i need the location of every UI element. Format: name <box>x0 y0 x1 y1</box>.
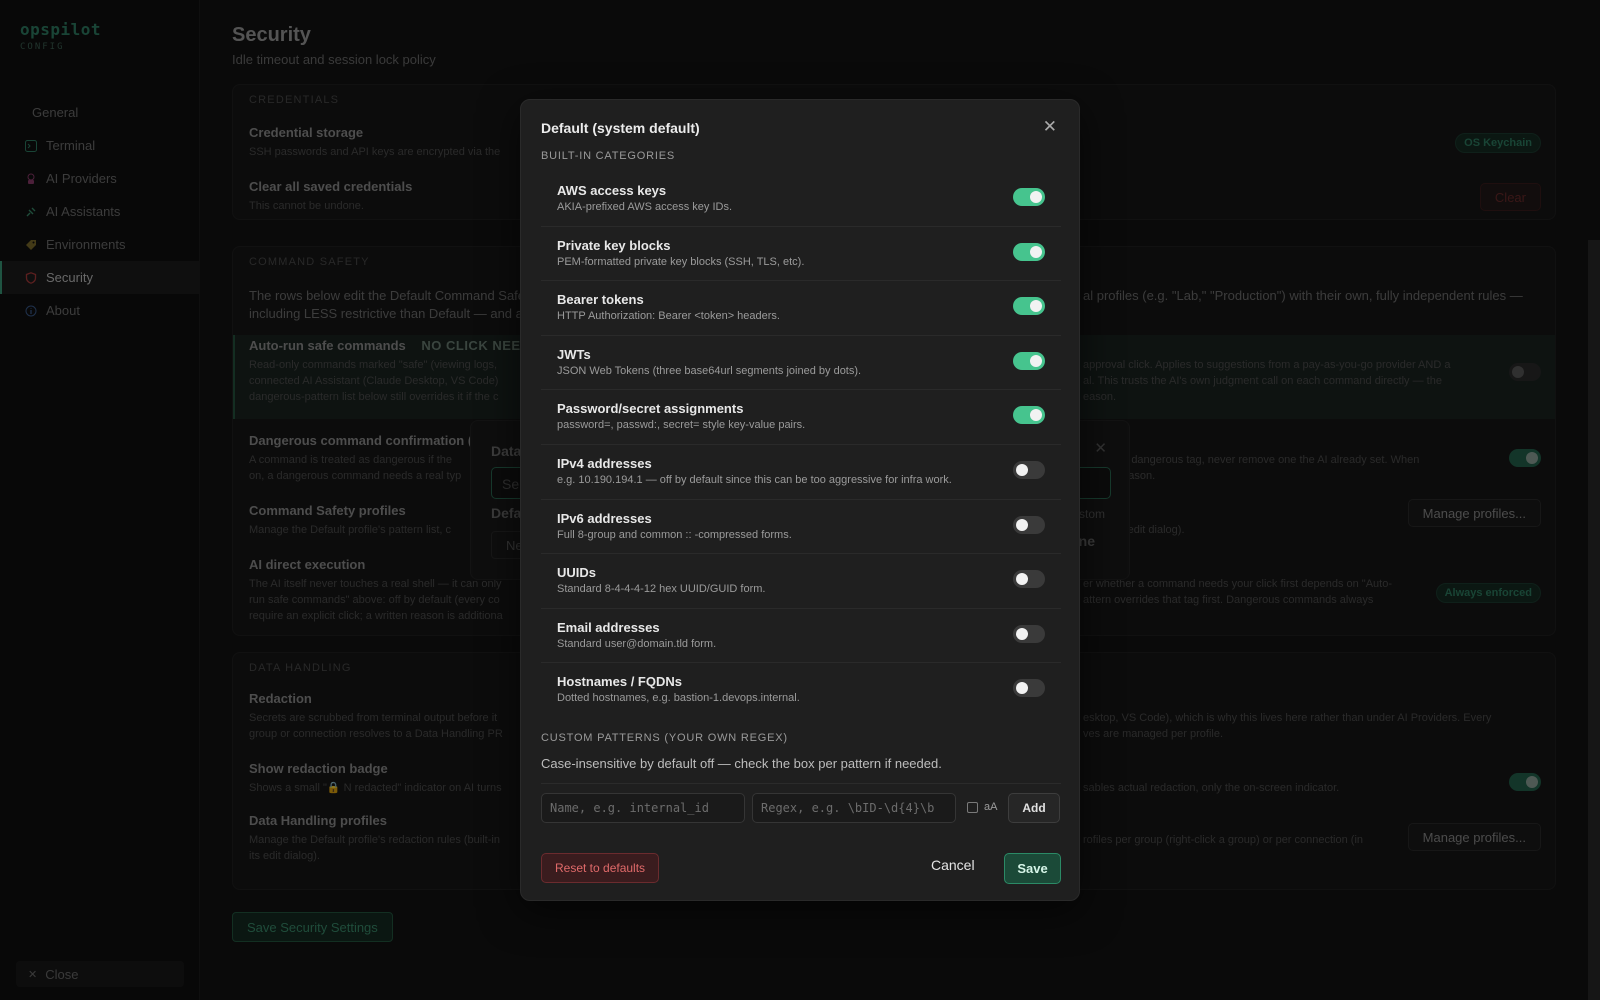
custom-patterns-heading: CUSTOM PATTERNS (YOUR OWN REGEX) <box>541 732 788 744</box>
category-row: IPv6 addresses Full 8-group and common :… <box>541 500 1061 555</box>
category-name: AWS access keys <box>557 183 667 198</box>
builtin-categories-heading: BUILT-IN CATEGORIES <box>541 150 675 162</box>
category-desc: JSON Web Tokens (three base64url segment… <box>557 364 862 377</box>
category-row: AWS access keys AKIA-prefixed AWS access… <box>541 172 1061 227</box>
reset-to-defaults-button[interactable]: Reset to defaults <box>541 853 660 883</box>
save-button[interactable]: Save <box>1004 853 1061 884</box>
pattern-name-input[interactable] <box>541 793 745 823</box>
category-toggle[interactable] <box>1013 406 1045 425</box>
category-toggle[interactable] <box>1013 242 1045 261</box>
category-row: Hostnames / FQDNs Dotted hostnames, e.g.… <box>541 663 1061 718</box>
category-toggle[interactable] <box>1013 351 1045 370</box>
close-icon[interactable]: ✕ <box>1043 117 1057 137</box>
category-name: UUIDs <box>557 565 597 581</box>
category-row: IPv4 addresses e.g. 10.190.194.1 — off b… <box>541 445 1061 500</box>
category-toggle[interactable] <box>1013 570 1045 589</box>
category-name: IPv4 addresses <box>557 455 652 471</box>
category-desc: e.g. 10.190.194.1 — off by default since… <box>557 473 952 486</box>
category-desc: password=, passwd:, secret= style key-va… <box>557 419 806 432</box>
divider <box>541 783 1061 784</box>
category-desc: AKIA-prefixed AWS access key IDs. <box>557 201 733 213</box>
category-name: Password/secret assignments <box>557 401 744 417</box>
category-row: UUIDs Standard 8-4-4-4-12 hex UUID/GUID … <box>541 554 1061 609</box>
redaction-rules-dialog: Default (system default) ✕ BUILT-IN CATE… <box>520 99 1080 901</box>
category-toggle[interactable] <box>1013 679 1045 698</box>
category-name: IPv6 addresses <box>557 510 652 526</box>
case-sensitive-option[interactable]: aA <box>967 801 997 813</box>
category-list: AWS access keys AKIA-prefixed AWS access… <box>541 172 1061 718</box>
category-name: Email addresses <box>557 619 660 635</box>
category-toggle[interactable] <box>1013 460 1045 479</box>
category-name: Private key blocks <box>557 237 671 253</box>
category-desc: Standard 8-4-4-4-12 hex UUID/GUID form. <box>557 583 766 596</box>
custom-patterns-hint: Case-insensitive by default off — check … <box>541 756 942 771</box>
case-sensitive-checkbox[interactable] <box>967 801 978 813</box>
category-toggle[interactable] <box>1013 515 1045 534</box>
category-name: JWTs <box>557 346 591 362</box>
category-row: Private key blocks PEM-formatted private… <box>541 227 1061 282</box>
scrollbar[interactable] <box>1588 240 1600 1000</box>
category-toggle[interactable] <box>1013 624 1045 643</box>
category-row: Password/secret assignments password=, p… <box>541 390 1061 445</box>
pattern-regex-input[interactable] <box>752 793 956 823</box>
category-row: JWTs JSON Web Tokens (three base64url se… <box>541 336 1061 391</box>
category-desc: PEM-formatted private key blocks (SSH, T… <box>557 255 805 268</box>
category-desc: Standard user@domain.tld form. <box>557 637 717 650</box>
cancel-button[interactable]: Cancel <box>931 857 975 873</box>
category-desc: HTTP Authorization: Bearer <token> heade… <box>557 310 780 323</box>
category-name: Bearer tokens <box>557 292 644 308</box>
category-toggle[interactable] <box>1013 188 1045 206</box>
category-row: Email addresses Standard user@domain.tld… <box>541 609 1061 664</box>
case-sensitive-label: aA <box>984 801 998 813</box>
dialog-title: Default (system default) <box>541 120 700 136</box>
add-pattern-button[interactable]: Add <box>1008 793 1060 823</box>
category-desc: Dotted hostnames, e.g. bastion-1.devops.… <box>557 692 800 705</box>
category-name: Hostnames / FQDNs <box>557 674 682 690</box>
category-toggle[interactable] <box>1013 297 1045 316</box>
category-desc: Full 8-group and common :: -compressed f… <box>557 528 792 541</box>
category-row: Bearer tokens HTTP Authorization: Bearer… <box>541 281 1061 336</box>
